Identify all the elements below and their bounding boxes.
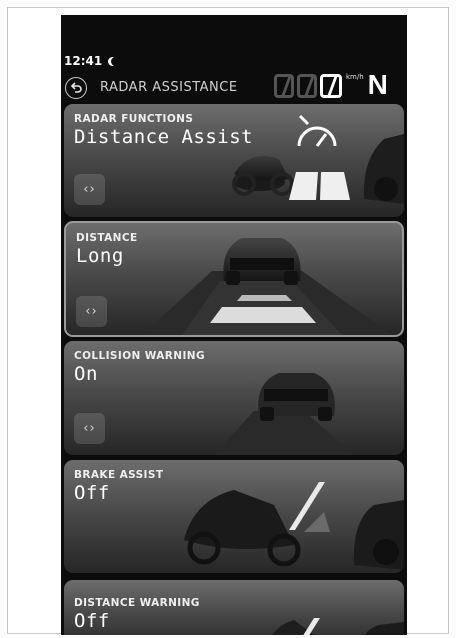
speedometer: km/h N [274, 69, 388, 102]
brake-assist-illustration [184, 482, 404, 570]
card-value: Distance Assist [74, 126, 254, 148]
speed-unit: km/h [346, 73, 364, 81]
car-rear-icon [353, 500, 404, 570]
card-label: DISTANCE [76, 232, 138, 244]
speed-digit-units [320, 74, 342, 98]
distance-assist-illustration [232, 114, 404, 204]
clock: 12:41 [64, 54, 103, 68]
left-right-arrows-icon: ‹› [85, 304, 98, 319]
left-right-arrows-icon: ‹› [83, 182, 96, 197]
brake-slash-icon [289, 482, 330, 532]
car-rear-icon [363, 134, 404, 204]
card-value: On [74, 363, 98, 385]
motorcycle-icon [184, 490, 301, 567]
device-screen: 12:41 RADAR ASSISTANCE km/h N RADAR FUNC… [61, 15, 407, 635]
card-label: RADAR FUNCTIONS [74, 113, 194, 125]
distance-illustration [142, 238, 392, 335]
card-value: Long [76, 245, 124, 267]
page-title: RADAR ASSISTANCE [100, 80, 238, 95]
card-distance-warning[interactable]: DISTANCE WARNING Off [64, 580, 404, 635]
card-collision-warning[interactable]: COLLISION WARNING On ‹› [64, 341, 404, 455]
card-brake-assist[interactable]: BRAKE ASSIST Off [64, 460, 404, 573]
card-value: Off [74, 482, 110, 504]
card-label: BRAKE ASSIST [74, 469, 164, 481]
do-not-disturb-moon-icon [111, 57, 120, 66]
card-label: DISTANCE WARNING [74, 597, 200, 609]
status-bar: 12:41 [64, 51, 117, 71]
car-rear-icon [258, 373, 335, 421]
option-toggle-button[interactable]: ‹› [74, 413, 105, 444]
card-distance[interactable]: DISTANCE Long ‹› [64, 221, 404, 337]
option-toggle-button[interactable]: ‹› [74, 174, 105, 205]
gear-indicator: N [367, 69, 388, 100]
back-arrow-icon [70, 82, 82, 93]
car-rear-icon [223, 238, 301, 285]
header: RADAR ASSISTANCE km/h N [61, 69, 407, 103]
left-right-arrows-icon: ‹› [83, 421, 96, 436]
card-value: Off [74, 610, 110, 632]
speed-digit-hundreds [274, 74, 294, 98]
option-toggle-button[interactable]: ‹› [76, 296, 107, 327]
motorcycle-icon [232, 156, 294, 196]
card-radar-functions[interactable]: RADAR FUNCTIONS Distance Assist ‹› [64, 104, 404, 217]
speed-limiter-icon [297, 114, 337, 147]
speed-digit-tens [297, 74, 317, 98]
back-button[interactable] [65, 77, 87, 99]
card-label: COLLISION WARNING [74, 350, 205, 362]
